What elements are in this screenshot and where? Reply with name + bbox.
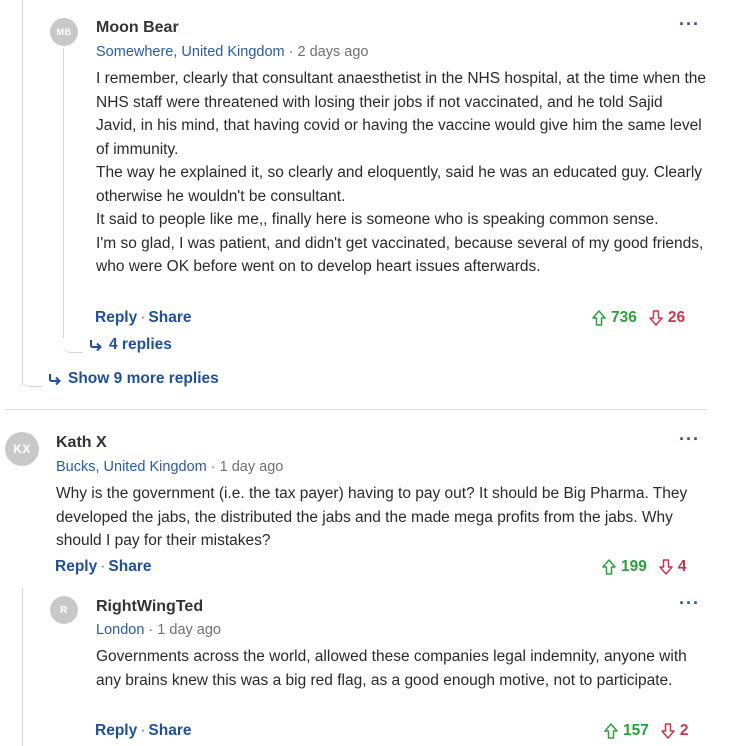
thumb-up-arrow-icon [604,723,618,739]
avatar[interactable]: R [50,596,78,624]
comment-meta: Bucks, United Kingdom · 1 day ago [56,459,283,475]
show-more-replies-label: Show 9 more replies [68,370,219,387]
thread-line [22,370,42,387]
reply-arrow-icon [90,340,102,351]
thumb-down-arrow-icon [649,310,663,326]
comment-paragraph: I remember, clearly that consultant anae… [96,70,706,158]
downvote-button[interactable]: 4 [659,558,687,576]
thread-line [22,588,23,746]
comment-body: I remember, clearly that consultant anae… [96,67,706,279]
view-replies-label: 4 replies [109,336,172,353]
reply-button[interactable]: Reply [95,722,137,739]
comment-paragraph: The way he explained it, so clearly and … [96,164,703,205]
comment-actions: Reply · Share [55,558,151,576]
upvote-count: 736 [611,309,637,326]
avatar[interactable]: KX [5,432,39,466]
comment-location: Somewhere, United Kingdom [96,44,285,60]
comment-paragraph: It said to people like me,, finally here… [96,211,659,228]
reply-arrow-icon [49,374,61,385]
vote-controls: 199 4 [602,558,687,576]
comment-author[interactable]: Moon Bear [96,19,179,37]
thread-line [63,48,64,338]
action-separator: · [140,722,146,739]
comment-paragraph: I'm so glad, I was patient, and didn't g… [96,234,704,276]
thread-line [63,334,83,353]
comment-time: 1 day ago [219,459,284,475]
comment-time: 1 day ago [157,622,221,638]
thumb-down-arrow-icon [661,723,675,739]
comment-body: Why is the government (i.e. the tax paye… [56,482,704,553]
downvote-count: 2 [679,722,689,739]
thumb-up-arrow-icon [602,559,616,575]
upvote-count: 157 [623,722,649,739]
view-replies-link[interactable]: 4 replies [89,336,172,354]
thumb-down-arrow-icon [659,559,673,575]
upvote-count: 199 [621,558,647,575]
comment-time: 2 days ago [297,44,369,60]
downvote-button[interactable]: 2 [661,722,689,740]
share-button[interactable]: Share [148,722,191,739]
downvote-count: 26 [667,309,686,326]
show-more-replies-link[interactable]: Show 9 more replies [48,370,219,388]
share-button[interactable]: Share [108,558,151,575]
meta-separator: · [288,44,294,60]
downvote-button[interactable]: 26 [649,309,685,327]
meta-separator: · [210,459,216,475]
meta-separator: · [148,622,154,638]
vote-controls: 157 2 [604,722,689,740]
comment-body: Governments across the world, allowed th… [96,645,696,692]
comment-actions: Reply · Share [95,309,191,327]
comment-meta: Somewhere, United Kingdom · 2 days ago [96,44,368,60]
more-options-icon[interactable]: ··· [679,593,700,614]
upvote-button[interactable]: 199 [602,558,647,576]
comment-location: Bucks, United Kingdom [56,459,207,475]
action-separator: · [140,309,146,326]
more-options-icon[interactable]: ··· [679,14,700,35]
reply-button[interactable]: Reply [95,309,137,326]
more-options-icon[interactable]: ··· [679,429,700,450]
upvote-button[interactable]: 157 [604,722,649,740]
avatar[interactable]: MB [50,18,78,46]
vote-controls: 736 26 [592,309,685,327]
share-button[interactable]: Share [148,309,191,326]
comment-paragraph: Governments across the world, allowed th… [96,648,687,689]
comment-author[interactable]: RightWingTed [96,598,203,616]
comment-author[interactable]: Kath X [56,434,107,452]
comment-actions: Reply · Share [95,722,191,740]
upvote-button[interactable]: 736 [592,309,637,327]
comment-meta: London · 1 day ago [96,622,221,638]
comment-paragraph: Why is the government (i.e. the tax paye… [56,485,688,549]
thread-line [22,0,23,386]
comment-location: London [96,622,145,638]
downvote-count: 4 [677,558,687,575]
comment-divider [5,409,707,410]
reply-button[interactable]: Reply [55,558,97,575]
action-separator: · [100,558,106,575]
thumb-up-arrow-icon [592,310,606,326]
